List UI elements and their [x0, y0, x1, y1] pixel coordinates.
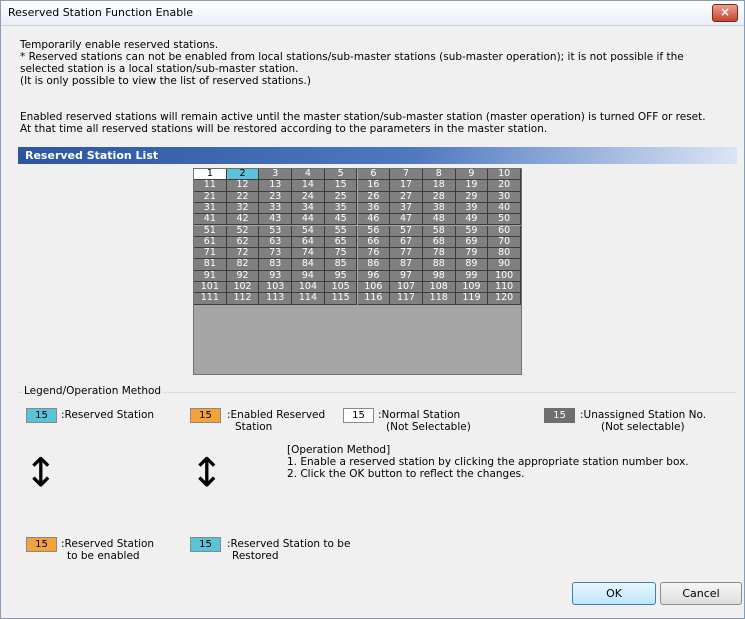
station-cell: 11 — [194, 180, 227, 192]
station-cell: 84 — [292, 259, 325, 271]
intro-line-3: selected station is a local station/sub-… — [20, 63, 299, 75]
station-cell: 119 — [455, 293, 489, 305]
list-header-title: Reserved Station List — [25, 149, 159, 162]
intro-line-2: * Reserved stations can not be enabled f… — [20, 51, 684, 63]
legend-to-restore-label-1: :Reserved Station to be — [227, 538, 351, 550]
station-cell: 14 — [292, 180, 325, 192]
legend-to-restore-swatch: 15 — [190, 537, 221, 552]
intro-line-1: Temporarily enable reserved stations. — [20, 39, 219, 51]
station-cell: 90 — [488, 259, 521, 271]
legend-normal-label-1: :Normal Station — [378, 409, 461, 421]
legend-to-restore-label-2: Restored — [232, 550, 279, 562]
station-cell: 85 — [324, 259, 358, 271]
legend-unassigned-swatch: 15 — [544, 408, 575, 423]
station-cell: 88 — [422, 259, 456, 271]
legend-enabled-label-1: :Enabled Reserved — [227, 409, 326, 421]
double-arrow-icon: ↕ — [24, 450, 58, 496]
window-title: Reserved Station Function Enable — [8, 6, 194, 19]
legend-unassigned-label-2: (Not selectable) — [601, 421, 685, 433]
station-cell: 20 — [488, 180, 521, 192]
station-cell: 44 — [292, 214, 325, 226]
station-cell: 115 — [324, 293, 358, 305]
title-bar[interactable]: Reserved Station Function Enable × — [1, 1, 744, 26]
station-cell: 113 — [259, 293, 293, 305]
intro-line-6: At that time all reserved stations will … — [20, 123, 548, 135]
legend-normal-label-2: (Not Selectable) — [386, 421, 471, 433]
station-cell: 87 — [390, 259, 423, 271]
station-grid: 1 2 3 4 5 6 7 8 9 10 11 12 13 14 15 16 17 18 19 20 21 22 23 24 2… — [193, 168, 522, 375]
station-cell: 48 — [422, 214, 456, 226]
legend-enabled-swatch: 15 — [190, 408, 221, 423]
station-cell: 111 — [194, 293, 227, 305]
station-cell: 15 — [324, 180, 358, 192]
operation-method-title: [Operation Method] — [287, 444, 391, 456]
station-cell: 47 — [390, 214, 423, 226]
legend-to-enable-swatch: 15 — [26, 537, 57, 552]
intro-line-4: (It is only possible to view the list of… — [20, 75, 311, 87]
station-cell: 17 — [390, 180, 423, 192]
station-cell: 18 — [422, 180, 456, 192]
station-cell: 112 — [226, 293, 260, 305]
close-icon: × — [719, 5, 731, 19]
double-arrow-icon: ↕ — [190, 450, 224, 496]
dialog-window: Reserved Station Function Enable × Tempo… — [0, 0, 745, 619]
legend-reserved-label: :Reserved Station — [61, 409, 155, 421]
station-cell: 86 — [357, 259, 391, 271]
station-cell: 13 — [259, 180, 293, 192]
intro-line-5: Enabled reserved stations will remain ac… — [20, 111, 706, 123]
operation-step-1: 1. Enable a reserved station by clicking… — [287, 456, 689, 468]
station-cell: 83 — [259, 259, 293, 271]
operation-step-2: 2. Click the OK button to reflect the ch… — [287, 468, 525, 480]
cancel-button[interactable]: Cancel — [660, 582, 742, 605]
station-cell: 41 — [194, 214, 227, 226]
station-cell: 117 — [390, 293, 423, 305]
station-cell: 16 — [357, 180, 391, 192]
station-cell: 50 — [488, 214, 521, 226]
station-cell: 116 — [357, 293, 391, 305]
station-cell: 46 — [357, 214, 391, 226]
station-cell: 82 — [226, 259, 260, 271]
station-cell: 19 — [455, 180, 489, 192]
legend-to-enable-label-1: :Reserved Station — [61, 538, 155, 550]
station-cell: 89 — [455, 259, 489, 271]
close-button[interactable]: × — [712, 4, 738, 22]
station-cell: 49 — [455, 214, 489, 226]
station-cell: 120 — [488, 293, 521, 305]
station-cell: 12 — [226, 180, 260, 192]
station-cell: 81 — [194, 259, 227, 271]
legend-title: Legend/Operation Method — [22, 385, 164, 397]
station-cell: 118 — [422, 293, 456, 305]
reserved-station-list-header: Reserved Station List — [18, 147, 737, 164]
legend-to-enable-label-2: to be enabled — [67, 550, 140, 562]
station-cell: 42 — [226, 214, 260, 226]
station-cell: 114 — [292, 293, 325, 305]
station-cell: 45 — [324, 214, 358, 226]
legend-reserved-swatch: 15 — [26, 408, 57, 423]
legend-normal-swatch: 15 — [343, 408, 374, 423]
legend-enabled-label-2: Station — [235, 421, 273, 433]
station-cell: 43 — [259, 214, 293, 226]
ok-button[interactable]: OK — [572, 582, 656, 605]
legend-unassigned-label-1: :Unassigned Station No. — [580, 409, 707, 421]
